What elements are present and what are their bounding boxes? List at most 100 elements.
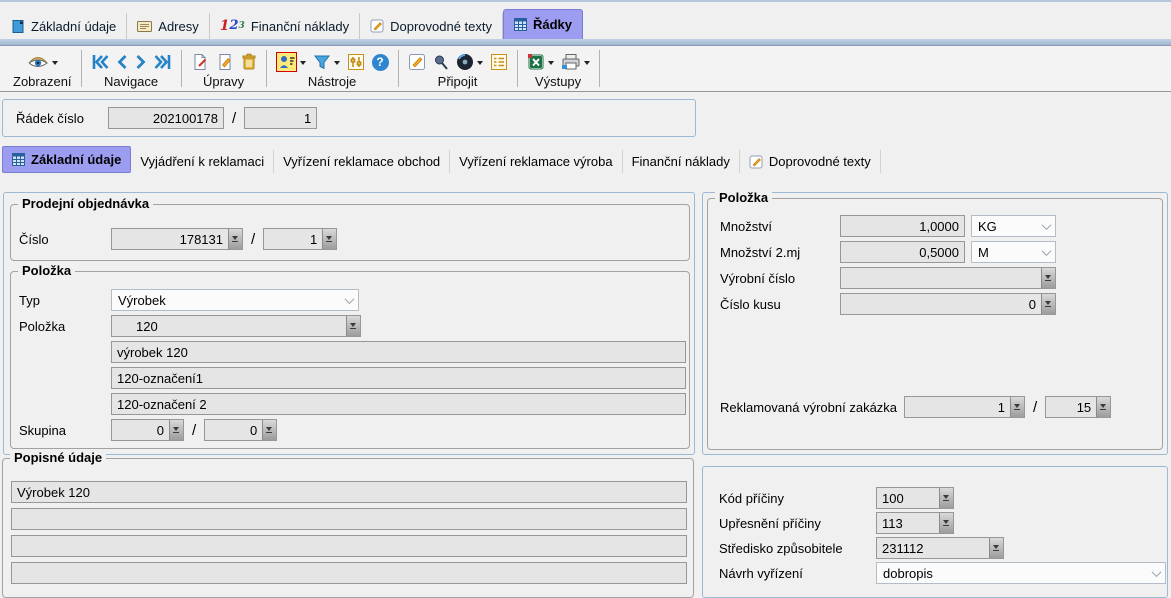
- detail-tab-bar: Základní údaje Vyjádření k reklamaci Vyř…: [2, 146, 881, 173]
- edit-record-button[interactable]: [216, 53, 234, 71]
- help-icon: [372, 54, 389, 71]
- parameters-button[interactable]: [347, 53, 365, 71]
- spinner-button[interactable]: [989, 538, 1003, 558]
- export-excel-button[interactable]: [527, 53, 554, 71]
- tab-adresy[interactable]: Adresy: [127, 13, 209, 39]
- spinner-button[interactable]: [322, 229, 336, 249]
- spinner-button[interactable]: [1010, 397, 1024, 417]
- item-group2-field[interactable]: 0: [204, 419, 277, 441]
- previous-record-icon: [116, 54, 128, 70]
- print-button[interactable]: [561, 53, 590, 71]
- attach-note-button[interactable]: [408, 53, 426, 71]
- excel-icon: [527, 53, 545, 71]
- reason-code-field[interactable]: 100: [876, 487, 954, 509]
- detail-tab-zakladni-udaje[interactable]: Základní údaje: [2, 146, 131, 173]
- claimed-order-label: Reklamovaná výrobní zakázka: [720, 400, 904, 415]
- item-type-combobox[interactable]: Výrobek: [111, 289, 359, 311]
- spinner-button[interactable]: [1041, 268, 1055, 288]
- quantity2-unit-combobox[interactable]: M: [971, 241, 1056, 263]
- claimed-order-line-field[interactable]: 15: [1045, 396, 1111, 418]
- spinner-button[interactable]: [346, 316, 360, 336]
- sort-person-icon: [278, 54, 295, 70]
- toolbar-group-label: Úpravy: [203, 74, 244, 89]
- item-groupbox: Položka Typ Výrobek Položka 120 výrobek …: [10, 271, 690, 449]
- quantity-unit-combobox[interactable]: KG: [971, 215, 1056, 237]
- sales-order-line-field[interactable]: 1: [263, 228, 337, 250]
- quantity-field[interactable]: 1,0000: [840, 215, 965, 237]
- toolbar-group-label: Navigace: [104, 74, 158, 89]
- view-button[interactable]: [27, 54, 58, 70]
- claimed-order-field[interactable]: 1: [904, 396, 1025, 418]
- descriptive-line2-field: [11, 508, 687, 530]
- quantity2-label: Množství 2.mj: [720, 245, 840, 260]
- item-number-field[interactable]: 120: [111, 315, 361, 337]
- spinner-button[interactable]: [262, 420, 276, 440]
- printer-icon: [561, 53, 581, 71]
- filter-button[interactable]: [313, 54, 340, 70]
- piece-number-field[interactable]: 0: [840, 293, 1056, 315]
- notepad-pencil-icon: [749, 155, 763, 169]
- record-number-field[interactable]: 202100178: [108, 107, 224, 129]
- spinner-button[interactable]: [228, 229, 242, 249]
- filter-funnel-icon: [313, 54, 331, 70]
- toolbar-group-navigace: Navigace: [82, 46, 181, 91]
- view-menu-caret-icon: [52, 61, 58, 65]
- proposal-combobox[interactable]: dobropis: [876, 562, 1166, 584]
- tab-zakladni-udaje[interactable]: Základní údaje: [2, 13, 127, 39]
- window-top-edge: [0, 0, 1171, 2]
- tab-radky[interactable]: Řádky: [503, 9, 583, 39]
- address-card-icon: [137, 21, 152, 32]
- eye-icon: [27, 54, 49, 70]
- trash-icon: [241, 53, 257, 71]
- tab-doprovodne-texty[interactable]: Doprovodné texty: [360, 13, 503, 39]
- detail-tab-vyrizeni-vyroba[interactable]: Vyřízení reklamace výroba: [450, 150, 622, 173]
- checklist-button[interactable]: [490, 53, 508, 71]
- pin-button[interactable]: [433, 54, 449, 71]
- descriptive-line3-field: [11, 535, 687, 557]
- new-record-button[interactable]: [191, 53, 209, 71]
- tab-financni-naklady[interactable]: 123 Finanční náklady: [210, 13, 360, 39]
- last-record-button[interactable]: [154, 54, 172, 70]
- detail-tab-vyrizeni-obchod[interactable]: Vyřízení reklamace obchod: [274, 150, 450, 173]
- detail-tab-vyjadreni[interactable]: Vyjádření k reklamaci: [131, 150, 274, 173]
- item-group-field[interactable]: 0: [111, 419, 184, 441]
- resolution-panel: Kód příčiny 100 Upřesnění příčiny 113 St…: [702, 466, 1168, 598]
- record-line-field[interactable]: 1: [244, 107, 317, 129]
- tab-label: Základní údaje: [31, 152, 121, 167]
- reason-detail-field[interactable]: 113: [876, 512, 954, 534]
- numbers-123-icon: 123: [220, 19, 245, 33]
- cost-center-field[interactable]: 231112: [876, 537, 1004, 559]
- reason-detail-label: Upřesnění příčiny: [719, 516, 876, 531]
- toolbar: Zobrazení: [0, 46, 1171, 92]
- export-menu-caret-icon: [548, 61, 554, 65]
- spinner-button[interactable]: [1041, 294, 1055, 314]
- spinner-button[interactable]: [1096, 397, 1110, 417]
- quantity2-field[interactable]: 0,5000: [840, 241, 965, 263]
- serial-number-label: Výrobní číslo: [720, 271, 840, 286]
- sales-order-number-field[interactable]: 178131: [111, 228, 243, 250]
- help-button[interactable]: [372, 54, 389, 71]
- tab-label: Řádky: [533, 17, 572, 32]
- filter-menu-caret-icon: [334, 61, 340, 65]
- separator: /: [192, 422, 196, 439]
- delete-record-button[interactable]: [241, 53, 257, 71]
- spinner-button[interactable]: [939, 488, 953, 508]
- serial-number-field[interactable]: [840, 267, 1056, 289]
- sales-order-number-label: Číslo: [19, 232, 111, 247]
- table-icon: [514, 18, 527, 31]
- detail-tab-financni-naklady[interactable]: Finanční náklady: [623, 150, 740, 173]
- attach-web-button[interactable]: [456, 53, 483, 71]
- spinner-button[interactable]: [939, 513, 953, 533]
- previous-record-button[interactable]: [116, 54, 128, 70]
- tab-label: Vyřízení reklamace výroba: [459, 154, 612, 169]
- next-record-button[interactable]: [135, 54, 147, 70]
- piece-number-label: Číslo kusu: [720, 297, 840, 312]
- first-record-icon: [91, 54, 109, 70]
- toolbar-group-label: Zobrazení: [13, 74, 72, 89]
- first-record-button[interactable]: [91, 54, 109, 70]
- right-main-panel: Položka Množství 1,0000 KG Množství 2.mj…: [702, 192, 1168, 455]
- sort-button[interactable]: [276, 52, 306, 72]
- spinner-button[interactable]: [169, 420, 183, 440]
- cd-disc-icon: [456, 53, 474, 71]
- detail-tab-doprovodne-texty[interactable]: Doprovodné texty: [740, 150, 881, 173]
